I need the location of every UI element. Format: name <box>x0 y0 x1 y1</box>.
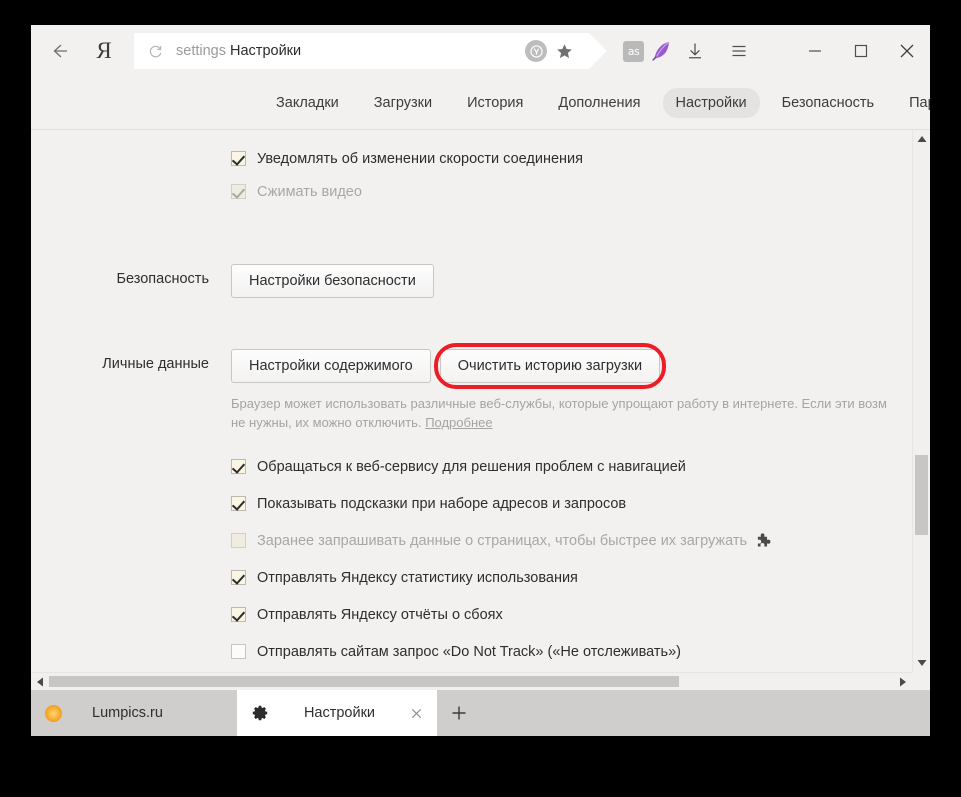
vertical-scrollbar-thumb[interactable] <box>915 455 928 535</box>
maximize-icon[interactable] <box>838 29 884 73</box>
extension-icons: as <box>623 39 673 63</box>
reload-icon[interactable] <box>148 44 163 59</box>
checkbox-prefetch-pages <box>231 533 246 548</box>
checkbox-label: Заранее запрашивать данные о страницах, … <box>257 532 748 549</box>
checkbox-label: Обращаться к веб-сервису для решения про… <box>257 458 686 475</box>
browser-window: Я settings Настройки as Закладки Загрузк… <box>31 25 930 736</box>
url-title: Настройки <box>230 43 302 59</box>
checkbox-compress-video <box>231 184 246 199</box>
tab-settings[interactable]: Настройки <box>237 690 437 736</box>
checkbox-row-compress-video: Сжимать видео <box>231 175 912 208</box>
turbo-options-row: Уведомлять об изменении скорости соедине… <box>31 130 912 208</box>
checkbox-label: Отправлять Яндексу отчёты о сбоях <box>257 606 503 623</box>
checkbox-row-address-hints[interactable]: Показывать подсказки при наборе адресов … <box>231 485 912 522</box>
checkbox-navigation-service[interactable] <box>231 459 246 474</box>
address-text: settings Настройки <box>176 43 301 59</box>
tab-close-icon[interactable] <box>410 707 423 720</box>
help-line-1: Браузер может использовать различные веб… <box>231 396 887 411</box>
checkbox-row-prefetch-pages: Заранее запрашивать данные о страницах, … <box>231 522 912 559</box>
checkbox-label: Сжимать видео <box>257 183 362 200</box>
new-tab-button[interactable] <box>437 690 481 736</box>
settings-scroll-area: Уведомлять об изменении скорости соедине… <box>31 130 912 672</box>
settings-nav-tabs: Закладки Загрузки История Дополнения Нас… <box>31 77 930 130</box>
checkbox-send-usage-stats[interactable] <box>231 570 246 585</box>
nav-tab-addons[interactable]: Дополнения <box>545 88 653 118</box>
bookmark-star-icon[interactable] <box>549 43 579 60</box>
nav-tab-bookmarks[interactable]: Закладки <box>263 88 352 118</box>
checkbox-label: Отправлять сайтам запрос «Do Not Track» … <box>257 643 681 660</box>
checkbox-label: Показывать подсказки при наборе адресов … <box>257 495 627 512</box>
checkbox-do-not-track[interactable] <box>231 644 246 659</box>
nav-tab-history[interactable]: История <box>454 88 536 118</box>
help-line-2: не нужны, их можно отключить. <box>231 415 422 430</box>
back-button[interactable] <box>37 29 81 73</box>
checkbox-row-navigation-service[interactable]: Обращаться к веб-сервису для решения про… <box>231 448 912 485</box>
nav-tab-security[interactable]: Безопасность <box>769 88 888 118</box>
checkbox-row-send-crash-reports[interactable]: Отправлять Яндексу отчёты о сбоях <box>231 596 912 633</box>
security-section-label: Безопасность <box>116 271 210 287</box>
privacy-options-row: Обращаться к веб-сервису для решения про… <box>31 448 912 672</box>
tab-title: Lumpics.ru <box>92 705 163 721</box>
checkbox-notify-speed[interactable] <box>231 151 246 166</box>
hamburger-menu-icon[interactable] <box>717 29 761 73</box>
scroll-right-arrow-icon[interactable] <box>894 677 912 687</box>
tab-strip: Lumpics.ru Настройки <box>31 690 930 736</box>
address-bar[interactable]: settings Настройки <box>134 33 607 69</box>
scroll-up-arrow-icon[interactable] <box>913 130 930 148</box>
personal-data-buttons: Настройки содержимого Очистить историю з… <box>231 349 912 383</box>
tab-title: Настройки <box>303 705 376 721</box>
content-settings-button[interactable]: Настройки содержимого <box>231 349 431 383</box>
vertical-scrollbar[interactable] <box>912 130 930 672</box>
yandex-shield-icon[interactable] <box>525 40 547 62</box>
orange-circle-favicon <box>45 704 62 722</box>
minimize-icon[interactable] <box>792 29 838 73</box>
security-section: Безопасность Настройки безопасности <box>31 264 912 298</box>
scrollbar-corner <box>912 672 930 690</box>
checkbox-send-crash-reports[interactable] <box>231 607 246 622</box>
feather-extension-icon[interactable] <box>649 39 673 63</box>
settings-content: Уведомлять об изменении скорости соедине… <box>31 130 930 690</box>
checkbox-label: Уведомлять об изменении скорости соедине… <box>257 150 583 167</box>
horizontal-scrollbar[interactable] <box>31 672 912 690</box>
personal-data-section: Личные данные Настройки содержимого Очис… <box>31 349 912 432</box>
checkbox-row-do-not-track[interactable]: Отправлять сайтам запрос «Do Not Track» … <box>231 633 912 670</box>
privacy-row-label <box>31 448 231 672</box>
lastfm-extension-icon[interactable]: as <box>623 40 644 62</box>
nav-tab-settings[interactable]: Настройки <box>662 88 760 118</box>
checkbox-label: Отправлять Яндексу статистику использова… <box>257 569 578 586</box>
personal-data-help-text: Браузер может использовать различные веб… <box>231 394 912 432</box>
horizontal-scrollbar-thumb[interactable] <box>49 676 679 687</box>
browser-toolbar: Я settings Настройки as <box>31 25 930 77</box>
scroll-down-arrow-icon[interactable] <box>913 654 930 672</box>
checkbox-row-send-usage-stats[interactable]: Отправлять Яндексу статистику использова… <box>231 559 912 596</box>
gear-icon <box>251 704 269 722</box>
nav-tab-passwords[interactable]: Пароли <box>896 88 930 118</box>
checkbox-address-hints[interactable] <box>231 496 246 511</box>
window-controls <box>792 29 930 73</box>
url-scheme: settings <box>176 43 226 59</box>
tab-lumpics[interactable]: Lumpics.ru <box>31 690 237 736</box>
personal-data-section-label: Личные данные <box>102 356 209 372</box>
scroll-left-arrow-icon[interactable] <box>31 677 49 687</box>
download-icon[interactable] <box>673 29 717 73</box>
learn-more-link[interactable]: Подробнее <box>425 415 492 430</box>
turbo-row-label <box>31 142 231 208</box>
close-icon[interactable] <box>884 29 930 73</box>
yandex-logo: Я <box>96 38 112 63</box>
nav-tab-downloads[interactable]: Загрузки <box>361 88 445 118</box>
clear-download-history-button[interactable]: Очистить историю загрузки <box>439 349 661 383</box>
checkbox-row-notify-speed[interactable]: Уведомлять об изменении скорости соедине… <box>231 142 912 175</box>
puzzle-piece-icon <box>756 532 773 549</box>
security-settings-button[interactable]: Настройки безопасности <box>231 264 434 298</box>
